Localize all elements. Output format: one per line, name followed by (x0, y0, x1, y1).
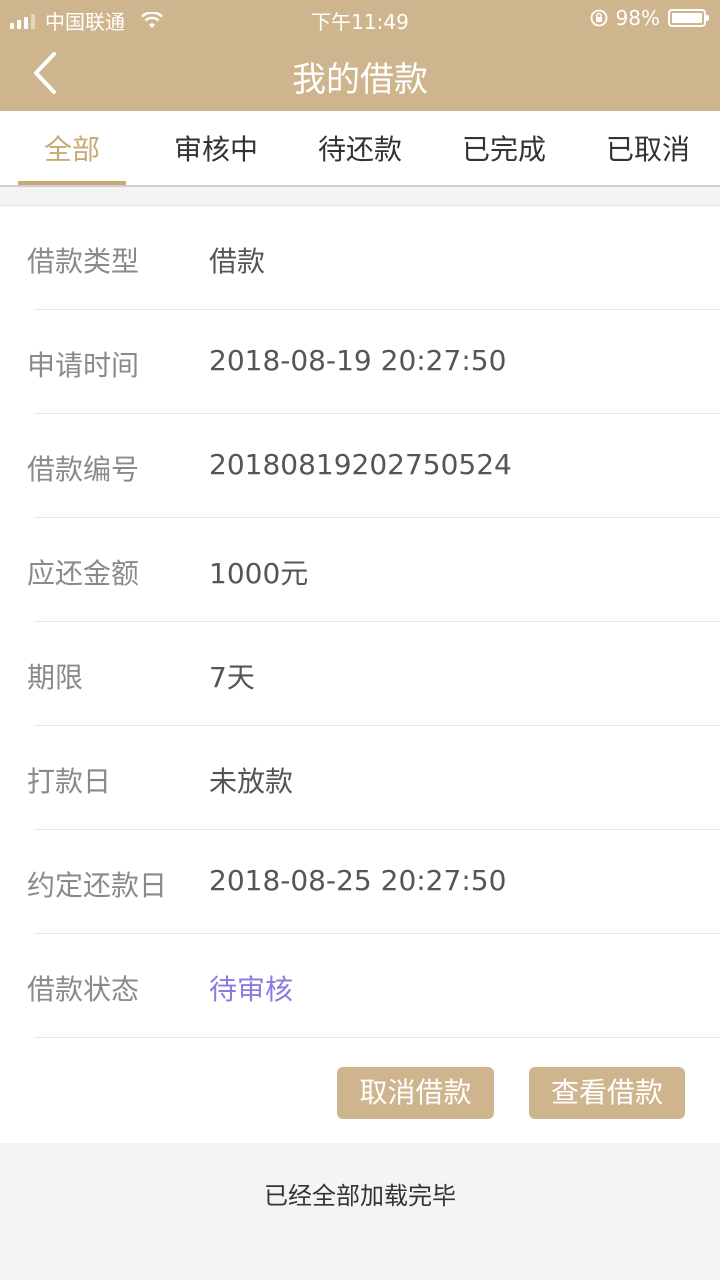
amount-due-row: 应还金额 1000元 (0, 518, 720, 622)
row-value: 7天 (209, 661, 255, 694)
cancel-loan-button[interactable]: 取消借款 (337, 1067, 494, 1119)
loan-card: 借款类型 借款 申请时间 2018-08-19 20:27:50 借款编号 20… (0, 205, 720, 1143)
tab-pending-repayment[interactable]: 待还款 (288, 111, 432, 185)
row-value: 借款 (209, 245, 266, 278)
row-label: 申请时间 (27, 349, 140, 382)
top-bar: 中国联通 下午11:49 98% 我的借款 (0, 0, 720, 111)
loan-type-row: 借款类型 借款 (0, 206, 720, 310)
row-value: 1000元 (209, 557, 309, 590)
loan-status-row: 借款状态 待审核 (0, 934, 720, 1038)
row-value: 2018-08-25 20:27:50 (209, 864, 507, 897)
tab-all[interactable]: 全部 (0, 111, 144, 185)
row-label: 约定还款日 (27, 869, 168, 902)
loan-number-row: 借款编号 20180819202750524 (0, 414, 720, 518)
tab-completed[interactable]: 已完成 (432, 111, 576, 185)
rotation-lock-icon (590, 9, 607, 27)
row-label: 应还金额 (27, 557, 140, 590)
all-loaded-text: 已经全部加载完毕 (264, 1182, 456, 1210)
row-label: 期限 (27, 661, 84, 694)
status-value: 待审核 (209, 973, 294, 1006)
view-loan-button[interactable]: 查看借款 (529, 1067, 685, 1119)
row-value: 20180819202750524 (209, 448, 512, 481)
apply-time-row: 申请时间 2018-08-19 20:27:50 (0, 310, 720, 414)
row-label: 借款状态 (27, 973, 140, 1006)
battery-icon (668, 9, 709, 27)
tab-cancelled[interactable]: 已取消 (576, 111, 720, 185)
battery-percent: 98% (615, 6, 660, 30)
payout-date-row: 打款日 未放款 (0, 726, 720, 830)
tab-bar: 全部 审核中 待还款 已完成 已取消 (0, 111, 720, 187)
nav-bar: 我的借款 (0, 36, 720, 111)
row-label: 打款日 (27, 765, 112, 798)
row-value: 未放款 (209, 765, 294, 798)
row-value: 2018-08-19 20:27:50 (209, 344, 507, 377)
active-tab-indicator (18, 181, 126, 185)
due-date-row: 约定还款日 2018-08-25 20:27:50 (0, 830, 720, 934)
term-row: 期限 7天 (0, 622, 720, 726)
divider (34, 1037, 720, 1038)
status-bar: 中国联通 下午11:49 98% (0, 0, 720, 36)
page-title: 我的借款 (292, 60, 428, 100)
row-label: 借款类型 (27, 245, 140, 278)
tab-reviewing[interactable]: 审核中 (144, 111, 288, 185)
row-label: 借款编号 (27, 453, 140, 486)
